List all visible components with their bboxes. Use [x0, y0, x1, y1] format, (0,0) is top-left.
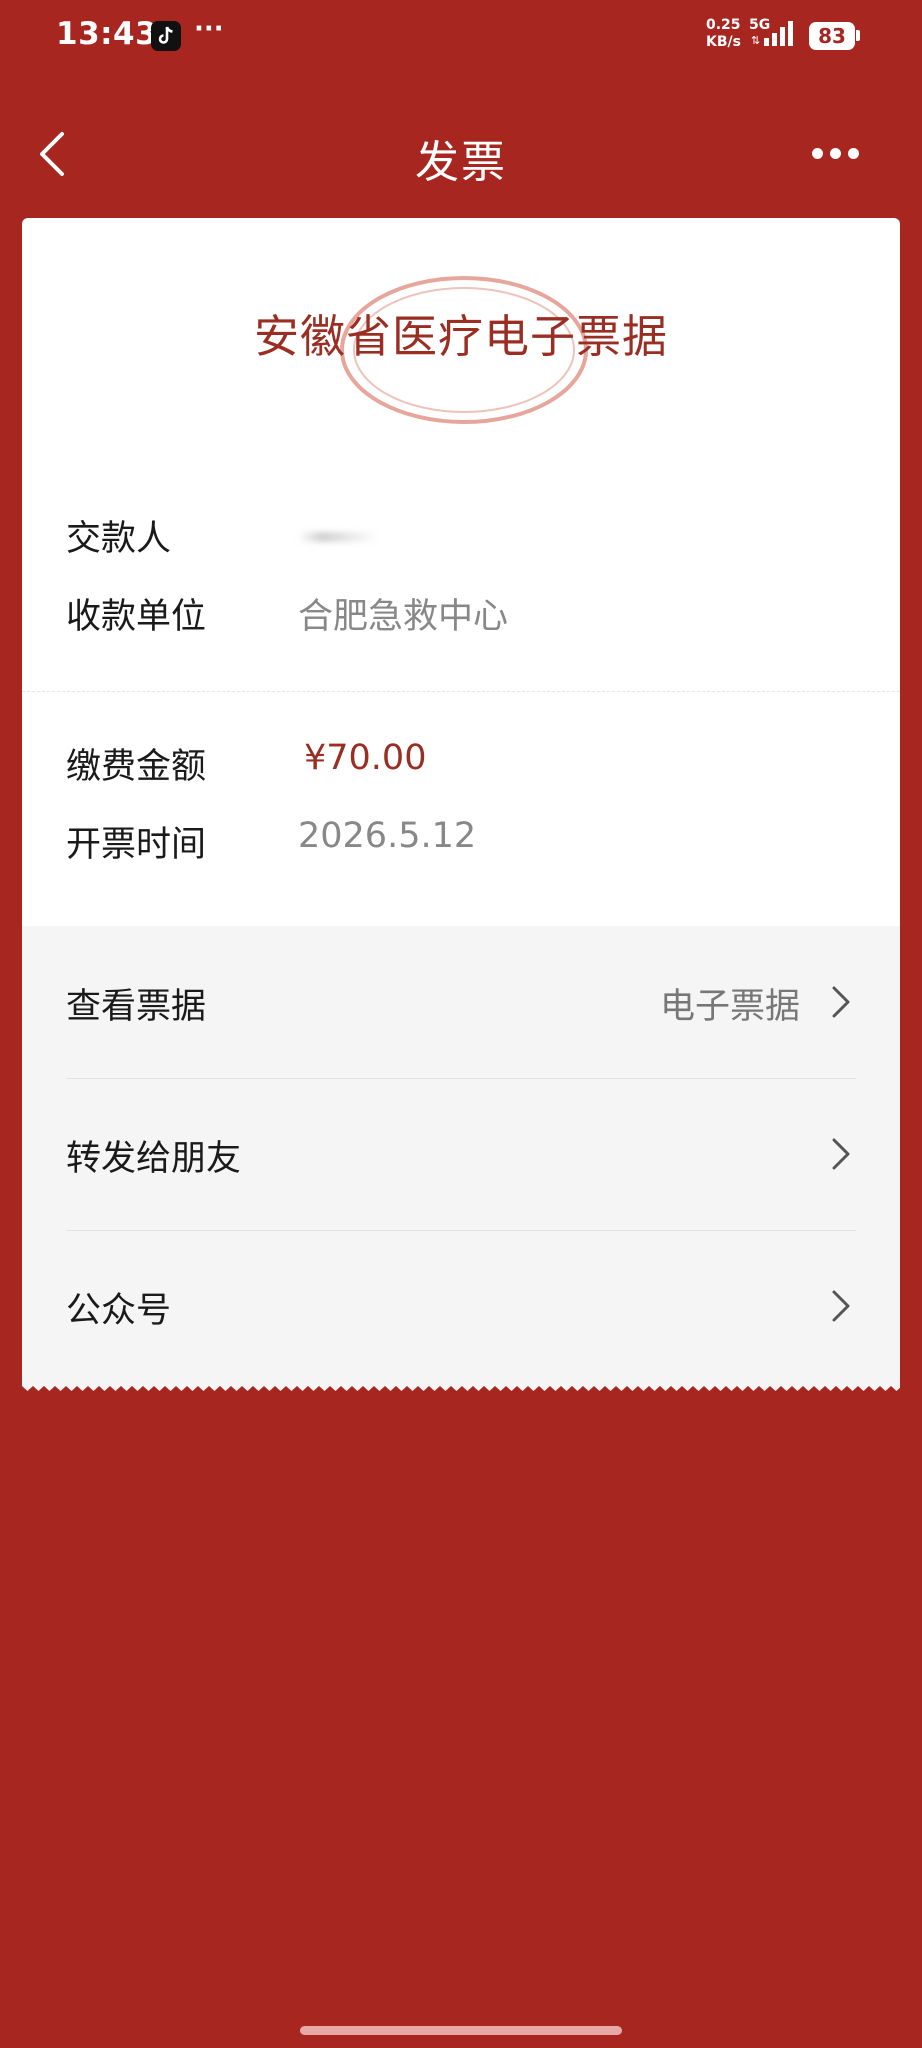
battery-tip [856, 30, 860, 41]
more-notifications-icon: ··· [194, 14, 224, 44]
more-dot-icon [812, 148, 823, 159]
tiktok-notification-icon [151, 21, 181, 51]
receipt-title: 安徽省医疗电子票据 [253, 310, 668, 363]
more-dot-icon [848, 148, 859, 159]
nav-bar: 发票 [0, 100, 922, 210]
date-value: 2026.5.12 [298, 816, 477, 856]
data-transfer-icon: ⇅ [751, 34, 761, 47]
chevron-right-icon [832, 1290, 850, 1322]
chevron-right-icon [832, 986, 850, 1018]
amount-value: ¥70.00 [304, 738, 427, 778]
payee-label: 收款单位 [66, 597, 207, 637]
payer-label: 交款人 [66, 519, 172, 559]
page-title: 发票 [415, 137, 507, 188]
status-bar: 13:43 ··· 0.25 KB/s 5G ⇅ 83 [0, 0, 922, 76]
network-speed: 0.25 KB/s [706, 17, 741, 51]
payer-blurred-value [298, 532, 378, 542]
action-list: 查看票据 电子票据 转发给朋友 公众号 [22, 926, 900, 1386]
share-to-friend-label: 转发给朋友 [66, 1139, 242, 1179]
share-to-friend-row[interactable]: 转发给朋友 [66, 1078, 856, 1230]
home-indicator[interactable] [300, 2026, 622, 2035]
view-receipt-value: 电子票据 [659, 987, 800, 1027]
amount-label: 缴费金额 [66, 747, 207, 787]
battery-icon: 83 [809, 22, 855, 50]
status-time: 13:43 [56, 16, 158, 52]
speed-value: 0.25 [706, 17, 741, 33]
official-account-row[interactable]: 公众号 [66, 1230, 856, 1382]
date-label: 开票时间 [66, 825, 207, 865]
chevron-right-icon [832, 1138, 850, 1170]
signal-icon [764, 20, 798, 52]
speed-unit: KB/s [706, 34, 741, 50]
view-receipt-label: 查看票据 [66, 987, 207, 1027]
payee-value: 合肥急救中心 [298, 597, 509, 637]
official-account-label: 公众号 [66, 1291, 172, 1331]
receipt-card: 安徽省医疗电子票据 交款人 收款单位 合肥急救中心 缴费金额 ¥70.00 开票… [22, 218, 900, 1392]
section-divider [22, 691, 900, 692]
view-receipt-row[interactable]: 查看票据 电子票据 [66, 926, 856, 1078]
more-dot-icon [830, 148, 841, 159]
receipt-torn-edge [22, 1380, 900, 1392]
more-options-button[interactable] [812, 144, 872, 164]
